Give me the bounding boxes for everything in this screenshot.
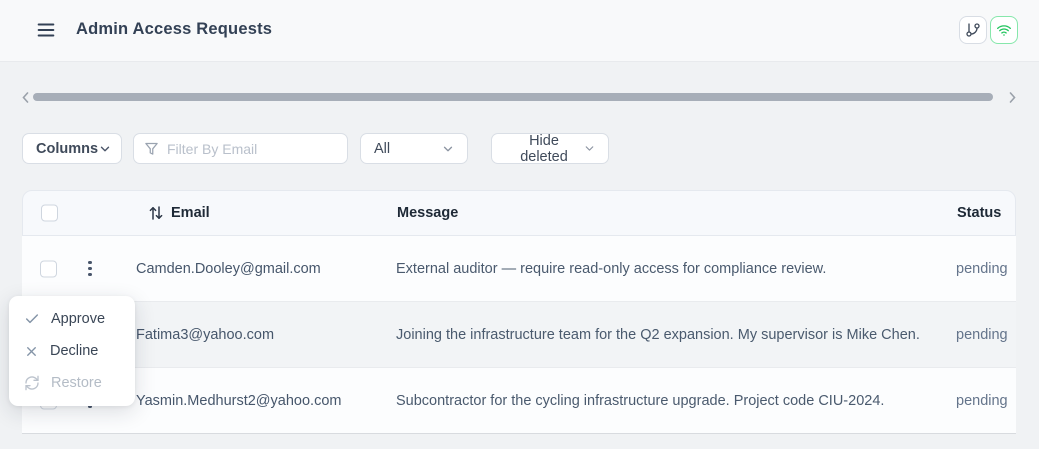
column-header-status: Status (957, 205, 1002, 221)
row-status: pending (956, 326, 1008, 343)
row-message: Subcontractor for the cycling infrastruc… (396, 392, 885, 409)
sort-arrows-icon[interactable] (147, 204, 165, 222)
row-message: Joining the infrastructure team for the … (396, 326, 920, 343)
status-filter-value: All (374, 140, 391, 157)
columns-label: Columns (36, 140, 99, 157)
deleted-filter-select[interactable]: Hide deleted (491, 132, 609, 165)
page-title: Admin Access Requests (76, 20, 273, 38)
row-status: pending (956, 260, 1008, 277)
hscroll-right-arrow[interactable] (1007, 90, 1017, 104)
row-message: External auditor — require read-only acc… (396, 260, 827, 277)
column-header-message: Message (397, 205, 459, 221)
check-icon (24, 311, 40, 327)
table-row: Yasmin.Medhurst2@yahoo.com Subcontractor… (22, 368, 1016, 434)
git-branch-icon (965, 22, 981, 38)
app-header: Admin Access Requests (0, 0, 1039, 62)
email-filter-field[interactable] (133, 133, 348, 164)
menu-item-label: Decline (50, 343, 99, 359)
hamburger-menu-button[interactable] (33, 17, 59, 43)
row-actions-context-menu: Approve Decline Restore (9, 296, 135, 406)
wifi-icon (996, 22, 1012, 38)
table-row: Camden.Dooley@gmail.com External auditor… (22, 236, 1016, 302)
email-filter-input[interactable] (167, 140, 337, 157)
select-all-checkbox[interactable] (41, 204, 58, 222)
requests-table: Email Message Status Camden.Dooley@gmail… (22, 190, 1016, 434)
hscroll-left-arrow[interactable] (20, 90, 30, 104)
row-email: Yasmin.Medhurst2@yahoo.com (136, 392, 342, 409)
menu-item-label: Restore (51, 375, 102, 391)
row-status: pending (956, 392, 1008, 409)
table-header-row: Email Message Status (22, 190, 1016, 236)
row-email: Camden.Dooley@gmail.com (136, 260, 321, 277)
git-branch-button[interactable] (959, 16, 987, 44)
wifi-status-button[interactable] (990, 16, 1018, 44)
chevron-down-icon (441, 142, 455, 156)
table-row: Fatima3@yahoo.com Joining the infrastruc… (22, 302, 1016, 368)
chevron-down-icon (98, 142, 112, 156)
menu-item-restore: Restore (9, 367, 135, 399)
menu-item-decline[interactable]: Decline (9, 335, 135, 367)
hscroll-thumb[interactable] (33, 93, 993, 101)
funnel-icon (144, 141, 159, 156)
columns-dropdown-button[interactable]: Columns (22, 133, 122, 164)
row-checkbox[interactable] (40, 260, 57, 277)
row-email: Fatima3@yahoo.com (136, 326, 275, 343)
restore-icon (24, 375, 40, 391)
row-actions-kebab-icon[interactable] (79, 257, 101, 281)
chevron-down-icon (583, 142, 596, 155)
x-icon (24, 344, 39, 359)
status-filter-select[interactable]: All (360, 133, 468, 164)
menu-item-approve[interactable]: Approve (9, 303, 135, 335)
deleted-filter-value: Hide deleted (520, 132, 568, 165)
column-header-email[interactable]: Email (171, 205, 210, 221)
hamburger-icon (35, 19, 57, 41)
menu-item-label: Approve (51, 311, 106, 327)
